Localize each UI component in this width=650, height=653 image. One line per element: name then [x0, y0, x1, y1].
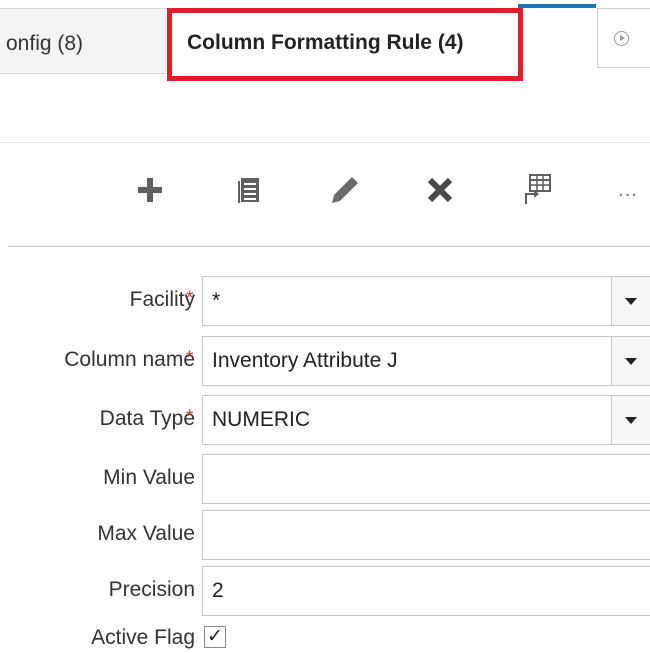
play-circle-icon [614, 31, 629, 46]
facility-select[interactable]: * [202, 276, 650, 326]
chevron-down-icon[interactable] [611, 396, 650, 444]
min-value-label: Min Value [103, 466, 195, 489]
data-type-select[interactable]: NUMERIC [202, 395, 650, 445]
add-button[interactable] [126, 162, 174, 218]
precision-label: Precision [108, 578, 195, 601]
required-marker: * [186, 348, 194, 369]
export-button[interactable] [513, 162, 561, 218]
divider [0, 142, 650, 143]
grid-export-icon [525, 174, 551, 204]
max-value-label: Max Value [97, 522, 195, 545]
delete-button[interactable] [416, 162, 464, 218]
active-flag-checkbox[interactable]: ✓ [204, 626, 226, 648]
tab-column-formatting-rule-label: Column Formatting Rule (4) [187, 31, 464, 54]
min-value-input[interactable] [202, 454, 650, 504]
precision-row: Precision 2 [0, 566, 650, 618]
tab-config[interactable]: onfig (8) [0, 8, 168, 74]
chevron-down-icon[interactable] [611, 337, 650, 385]
edit-button[interactable] [321, 162, 369, 218]
chevron-down-icon[interactable] [611, 277, 650, 325]
pencil-icon [332, 177, 358, 203]
min-value-row: Min Value [0, 454, 650, 506]
data-type-row: Data Type * NUMERIC [0, 395, 650, 447]
column-name-value: Inventory Attribute J [212, 349, 398, 372]
tab-column-formatting-rule[interactable]: Column Formatting Rule (4) [168, 4, 596, 72]
precision-input[interactable]: 2 [202, 566, 650, 616]
facility-value: * [212, 289, 221, 312]
tab-config-label: onfig (8) [6, 32, 84, 55]
divider [8, 246, 650, 247]
more-actions-button[interactable]: ... [604, 162, 650, 218]
toolbar: ... [0, 162, 650, 222]
max-value-row: Max Value [0, 510, 650, 562]
required-marker: * [186, 288, 194, 309]
precision-value: 2 [212, 579, 224, 602]
required-marker: * [186, 407, 194, 428]
close-icon [427, 177, 453, 203]
tab-strip: onfig (8) Column Formatting Rule (4) [0, 0, 650, 92]
document-icon [238, 178, 259, 203]
data-type-value: NUMERIC [212, 408, 310, 431]
copy-button[interactable] [226, 162, 274, 218]
column-name-label: Column name [64, 348, 195, 371]
column-name-row: Column name * Inventory Attribute J [0, 336, 650, 388]
data-type-label: Data Type [99, 407, 195, 430]
column-name-select[interactable]: Inventory Attribute J [202, 336, 650, 386]
max-value-input[interactable] [202, 510, 650, 560]
tab-accent-bar [518, 4, 596, 8]
active-flag-row: Active Flag [0, 614, 650, 653]
active-flag-label: Active Flag [91, 626, 195, 649]
tab-scroll-next-button[interactable] [597, 8, 650, 68]
plus-icon [138, 178, 162, 202]
facility-row: Facility * * [0, 276, 650, 328]
